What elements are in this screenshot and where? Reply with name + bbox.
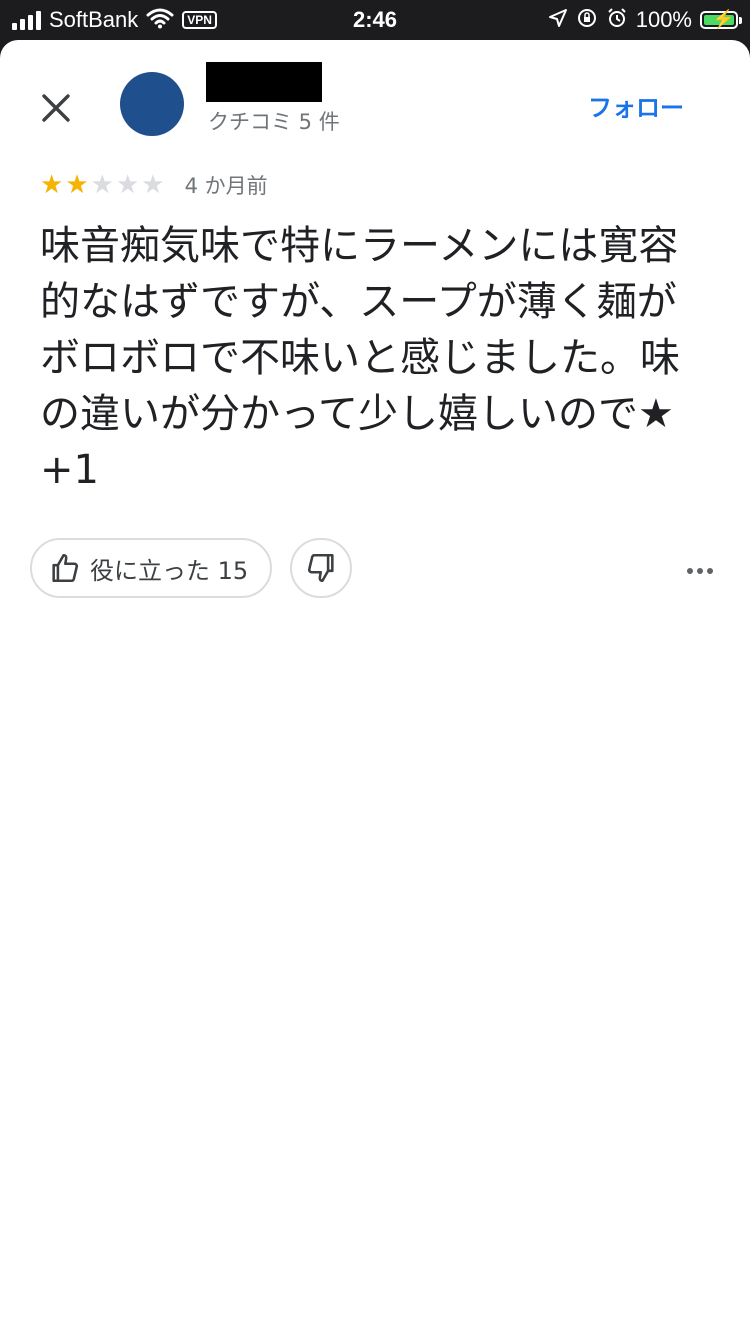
star-icon: ★ (65, 170, 89, 200)
rotation-lock-icon (576, 7, 598, 34)
reviewer-name-redacted (206, 62, 322, 102)
helpful-button[interactable]: 役に立った 15 (30, 538, 273, 598)
posted-time: 4 か月前 (184, 174, 268, 198)
review-count: クチコミ 5 件 (208, 110, 340, 134)
review-sheet: クチコミ 5 件 フォロー ★ ★ ★ ★ ★ 4 か月前 味音痴気味で特にラーメンには… (0, 40, 750, 1334)
star-icon: ★ (40, 170, 64, 200)
status-right: 100% ⚡ (548, 6, 742, 34)
review-text: 味音痴気味で特にラーメンには寛容的なはずですが、スープが薄く麺がボロボロで不味い… (40, 223, 680, 493)
star-icon: ★ (115, 170, 140, 200)
follow-button[interactable]: フォロー (588, 88, 684, 123)
alarm-icon (606, 7, 628, 34)
battery-icon: ⚡ (700, 9, 742, 29)
status-bar: SoftBank VPN 2:46 100% ⚡ (0, 0, 750, 40)
battery-percent: 100% (635, 7, 692, 32)
rating-row: ★ ★ ★ ★ ★ 4 か月前 (40, 170, 268, 200)
thumbs-down-icon (308, 553, 334, 583)
star-icon: ★ (90, 170, 114, 200)
helpful-label: 役に立った 15 (90, 556, 249, 585)
close-button[interactable] (36, 88, 76, 128)
close-icon (42, 94, 70, 122)
review-actions: 役に立った 15 (30, 538, 353, 598)
location-icon (548, 8, 568, 33)
star-rating: ★ ★ ★ ★ ★ (40, 171, 165, 199)
more-icon (687, 568, 693, 574)
thumbs-up-icon (52, 553, 79, 583)
star-icon: ★ (141, 170, 165, 200)
avatar[interactable] (120, 72, 184, 136)
not-helpful-button[interactable] (290, 538, 353, 598)
more-options-button[interactable] (682, 556, 718, 586)
